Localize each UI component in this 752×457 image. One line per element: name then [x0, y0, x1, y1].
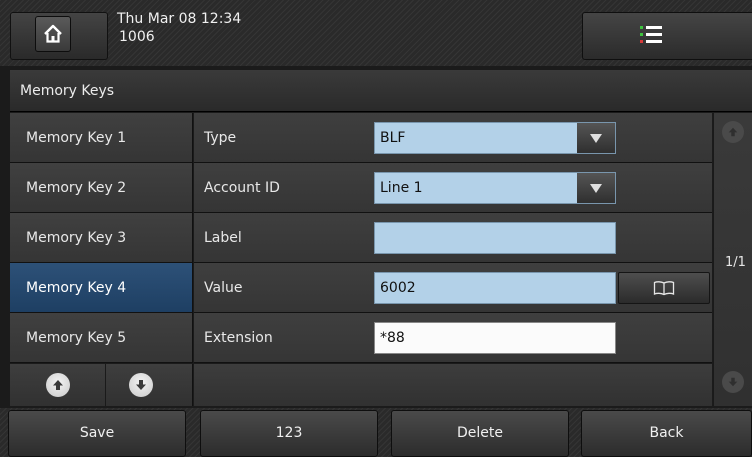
list-item-memory-key-4[interactable]: Memory Key 4: [10, 263, 193, 313]
value-input[interactable]: 6002: [374, 272, 616, 304]
arrow-up-icon: [53, 380, 63, 390]
divider: [105, 364, 106, 406]
list-navigation: [10, 364, 193, 406]
list-item-memory-key-5[interactable]: Memory Key 5: [10, 313, 193, 363]
list-item-memory-key-1[interactable]: Memory Key 1: [10, 113, 193, 163]
account-id-value: Line 1: [380, 180, 423, 196]
chevron-down-icon: [577, 173, 615, 203]
page-down-button[interactable]: [722, 371, 744, 393]
extension-label: Extension: [204, 330, 273, 346]
memory-key-list: Memory Key 1 Memory Key 2 Memory Key 3 M…: [10, 113, 193, 363]
label-input[interactable]: [374, 222, 616, 254]
page-title: Memory Keys: [10, 70, 752, 112]
date-time: Thu Mar 08 12:34: [117, 11, 242, 27]
menu-button[interactable]: [582, 12, 752, 60]
type-row: Type BLF: [194, 113, 712, 163]
account-id-label: Account ID: [204, 180, 280, 196]
memory-key-form: Type BLF Account ID Line 1 Label Value 6…: [194, 113, 712, 363]
list-scroll-down-button[interactable]: [129, 373, 153, 397]
softkey-bar: Save 123 Delete Back: [0, 408, 752, 457]
arrow-up-icon: [728, 127, 738, 137]
extension-row: Extension *88: [194, 313, 712, 363]
list-scroll-up-button[interactable]: [46, 373, 70, 397]
label-row: Label: [194, 213, 712, 263]
list-item-memory-key-2[interactable]: Memory Key 2: [10, 163, 193, 213]
value-row: Value 6002: [194, 263, 712, 313]
input-mode-button[interactable]: 123: [200, 410, 378, 457]
home-button[interactable]: [35, 16, 71, 52]
account-id-dropdown[interactable]: Line 1: [374, 172, 616, 204]
extension-number: 1006: [119, 29, 155, 45]
home-icon: [44, 24, 62, 43]
back-button[interactable]: Back: [581, 410, 752, 457]
account-id-row: Account ID Line 1: [194, 163, 712, 213]
delete-button[interactable]: Delete: [391, 410, 569, 457]
extension-input[interactable]: *88: [374, 322, 616, 354]
type-dropdown[interactable]: BLF: [374, 122, 616, 154]
page-indicator: 1/1: [725, 255, 746, 270]
chevron-down-icon: [577, 123, 615, 153]
list-item-memory-key-3[interactable]: Memory Key 3: [10, 213, 193, 263]
date-time-display: Thu Mar 08 12:34 1006: [117, 10, 241, 46]
label-label: Label: [204, 230, 242, 246]
directory-button[interactable]: [618, 272, 710, 304]
page-scroller: 1/1: [713, 113, 752, 406]
save-button[interactable]: Save: [8, 410, 186, 457]
page-up-button[interactable]: [722, 121, 744, 143]
type-value: BLF: [380, 130, 406, 146]
value-label: Value: [204, 280, 243, 296]
status-bar: Thu Mar 08 12:34 1006: [0, 0, 752, 66]
menu-list-icon: [640, 26, 662, 43]
type-label: Type: [204, 130, 237, 146]
form-footer: [194, 364, 712, 406]
arrow-down-icon: [136, 380, 146, 390]
book-icon: [653, 281, 675, 296]
arrow-down-icon: [728, 377, 738, 387]
